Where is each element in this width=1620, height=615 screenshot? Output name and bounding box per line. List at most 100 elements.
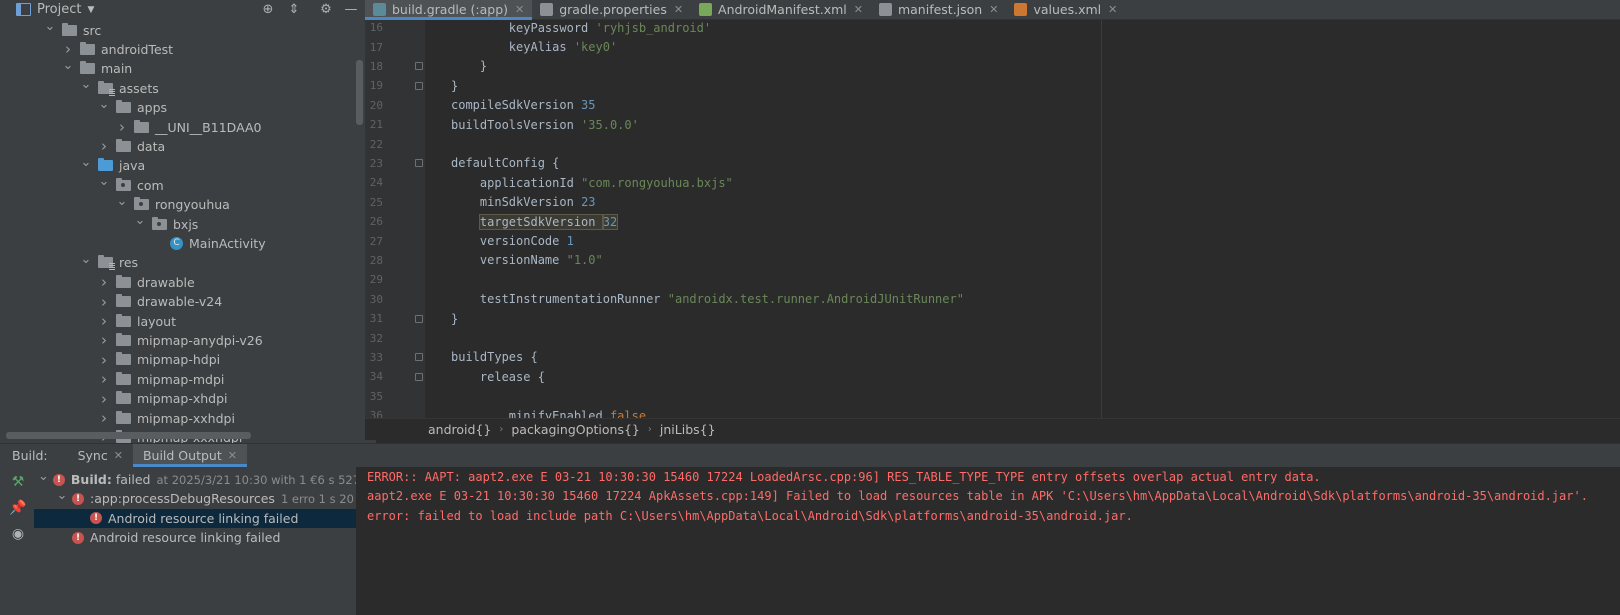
line-number: 26 xyxy=(369,215,383,229)
chevron-right-icon[interactable]: › xyxy=(98,331,110,349)
line-number: 18 xyxy=(369,59,383,73)
tree-item-label: assets xyxy=(119,80,159,96)
fold-marker-icon[interactable] xyxy=(415,81,423,90)
tree-item[interactable]: ⌄ res xyxy=(6,253,376,273)
code-token: 23 xyxy=(581,195,596,210)
tree-item-label: mipmap-mdpi xyxy=(137,371,225,387)
chevron-down-icon[interactable]: ⌄ xyxy=(38,470,49,487)
chevron-down-icon[interactable]: ⌄ xyxy=(116,195,128,212)
tree-item-label: __UNI__B11DAA0 xyxy=(155,119,262,135)
chevron-down-icon[interactable]: ⌄ xyxy=(56,489,68,506)
project-view-selector[interactable]: Project ▼ xyxy=(16,1,94,18)
tree-item-label: apps xyxy=(137,100,168,116)
chevron-right-icon[interactable]: › xyxy=(62,40,74,58)
tree-item[interactable]: ⌄ rongyouhua xyxy=(6,195,376,215)
pin-icon[interactable]: 📌 xyxy=(9,499,27,517)
folder-icon xyxy=(62,22,77,36)
tree-item[interactable]: ⌄ com xyxy=(6,175,376,195)
build-tree-row[interactable]: ! Android resource linking failed xyxy=(34,508,356,528)
build-side-toolbar: ⚒ 📌 ◉ xyxy=(0,467,35,615)
chevron-right-icon[interactable]: › xyxy=(98,390,110,408)
editor-tab[interactable]: manifest.json ✕ xyxy=(871,0,1006,19)
chevron-down-icon[interactable]: ⌄ xyxy=(80,156,92,173)
tree-item[interactable]: › mipmap-anydpi-v26 xyxy=(6,330,376,350)
tree-item[interactable]: › drawable-v24 xyxy=(6,292,376,312)
build-tab[interactable]: Sync ✕ xyxy=(68,444,133,467)
tree-item[interactable]: ⌄ src xyxy=(6,20,376,40)
build-tab[interactable]: Build Output ✕ xyxy=(132,444,247,467)
tree-item[interactable]: ⌄ bxjs xyxy=(6,214,376,234)
chevron-right-icon[interactable]: › xyxy=(98,312,110,330)
build-tree-row[interactable]: ⌄!:app:processDebugResources 1 erro 1 s 2… xyxy=(34,489,356,508)
line-number: 27 xyxy=(369,234,383,248)
build-tree-row[interactable]: ! Android resource linking failed xyxy=(34,528,356,547)
code-token: keyPassword xyxy=(508,20,596,35)
tree-item[interactable]: › mipmap-xxhdpi xyxy=(6,408,376,428)
chevron-down-icon[interactable]: ⌄ xyxy=(44,20,56,37)
chevron-right-icon[interactable]: › xyxy=(98,409,110,427)
fold-marker-icon[interactable] xyxy=(415,353,423,362)
tree-item[interactable]: › layout xyxy=(6,311,376,331)
chevron-right-icon[interactable]: › xyxy=(98,137,110,155)
tree-item[interactable]: ⌄ apps xyxy=(6,98,376,118)
tree-vertical-scrollbar[interactable] xyxy=(356,60,363,125)
fold-marker-icon[interactable] xyxy=(415,314,423,323)
chevron-right-icon[interactable]: › xyxy=(98,370,110,388)
tree-item[interactable]: › drawable xyxy=(6,272,376,292)
tree-item[interactable]: ⌄ main xyxy=(6,59,376,79)
hammer-icon[interactable]: ⚒ xyxy=(9,473,27,491)
chevron-down-icon[interactable]: ⌄ xyxy=(98,98,110,115)
tree-item[interactable]: ⌄ java xyxy=(6,156,376,176)
chevron-down-icon[interactable]: ⌄ xyxy=(62,59,74,76)
breadcrumb-item[interactable]: packagingOptions{} xyxy=(511,422,640,437)
chevron-down-icon[interactable]: ⌄ xyxy=(80,78,92,95)
close-icon[interactable]: ✕ xyxy=(114,449,123,462)
chevron-down-icon[interactable]: ⌄ xyxy=(80,253,92,270)
locate-file-icon[interactable]: ⊕ xyxy=(259,1,277,18)
breadcrumb-item[interactable]: android{} xyxy=(428,422,491,437)
tree-item[interactable]: ⌄ assets xyxy=(6,78,376,98)
chevron-down-icon[interactable]: ⌄ xyxy=(134,214,146,231)
collapse-all-icon[interactable]: ⇕ xyxy=(285,1,303,18)
fold-marker-icon[interactable] xyxy=(415,372,423,381)
close-icon[interactable]: ✕ xyxy=(674,3,683,16)
chevron-right-icon[interactable]: › xyxy=(116,118,128,136)
close-icon[interactable]: ✕ xyxy=(228,449,237,462)
chevron-right-icon[interactable]: › xyxy=(98,273,110,291)
breadcrumb-item[interactable]: jniLibs{} xyxy=(660,422,716,437)
build-tree-row[interactable]: ⌄! Build: failed at 2025/3/21 10:30 with 1 … xyxy=(34,470,356,489)
code-token: 32 xyxy=(601,213,619,230)
tree-item[interactable]: › androidTest xyxy=(6,39,376,59)
eye-icon[interactable]: ◉ xyxy=(9,525,27,543)
tree-item[interactable]: › mipmap-hdpi xyxy=(6,350,376,370)
code-text: buildTypes { xyxy=(451,350,538,364)
gear-icon[interactable]: ⚙ xyxy=(317,1,335,18)
close-icon[interactable]: ✕ xyxy=(1108,3,1117,16)
code-token: keyAlias xyxy=(508,40,574,55)
tree-item[interactable]: › data xyxy=(6,136,376,156)
code-editor[interactable]: 16 keyPassword 'ryhjsb_android' 17 keyAli… xyxy=(365,20,1620,418)
fold-marker-icon[interactable] xyxy=(415,159,423,168)
build-console-output[interactable]: ERROR:: AAPT: aapt2.exe E 03-21 10:30:30… xyxy=(357,467,1620,615)
editor-tab[interactable]: gradle.properties ✕ xyxy=(532,0,691,19)
editor-tab[interactable]: build.gradle (:app) ✕ xyxy=(365,0,533,20)
close-icon[interactable]: ✕ xyxy=(515,3,524,16)
editor-tab-label: values.xml xyxy=(1033,2,1102,17)
tree-item[interactable]: ›CMainActivity xyxy=(6,233,376,253)
editor-tab[interactable]: values.xml ✕ xyxy=(1006,0,1125,19)
tree-item[interactable]: › __UNI__B11DAA0 xyxy=(6,117,376,137)
close-icon[interactable]: ✕ xyxy=(854,3,863,16)
tree-horizontal-scrollbar[interactable] xyxy=(6,432,251,439)
console-error-line: ERROR:: AAPT: aapt2.exe E 03-21 10:30:30… xyxy=(367,470,1321,484)
code-token: minifyEnabled xyxy=(508,408,610,418)
editor-tab[interactable]: AndroidManifest.xml ✕ xyxy=(691,0,871,19)
chevron-right-icon[interactable]: › xyxy=(98,293,110,311)
chevron-down-icon[interactable]: ⌄ xyxy=(98,175,110,192)
tree-item[interactable]: › mipmap-xhdpi xyxy=(6,389,376,409)
close-icon[interactable]: ✕ xyxy=(989,3,998,16)
chevron-right-icon[interactable]: › xyxy=(98,351,110,369)
fold-marker-icon[interactable] xyxy=(415,62,423,71)
code-token: 1 xyxy=(566,234,574,249)
tree-item[interactable]: › mipmap-mdpi xyxy=(6,369,376,389)
hide-panel-icon[interactable]: — xyxy=(342,1,360,18)
